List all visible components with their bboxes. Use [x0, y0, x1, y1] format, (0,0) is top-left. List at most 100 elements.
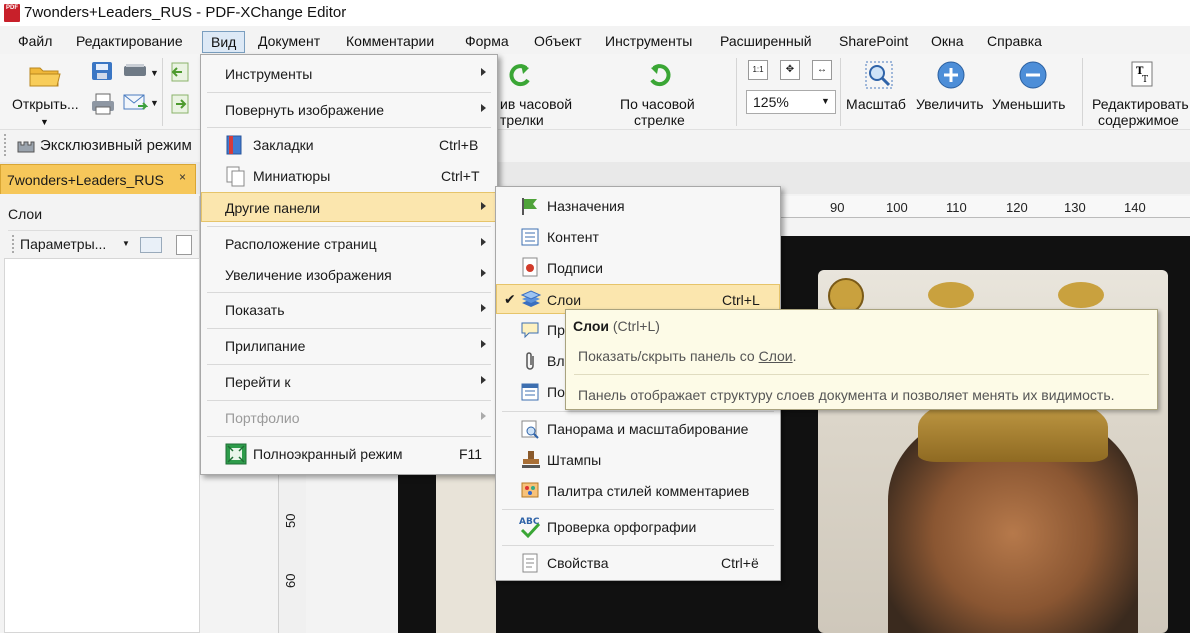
zoom-tool-button[interactable]: Масштаб: [844, 58, 912, 124]
menu-sharepoint[interactable]: SharePoint: [831, 31, 916, 53]
edit-content-button[interactable]: TT Редактировать содержимое: [1090, 58, 1190, 128]
document-tab-label: 7wonders+Leaders_RUS: [7, 172, 164, 188]
magnifier-icon: [865, 61, 893, 89]
zoom-out-button[interactable]: Уменьшить: [992, 58, 1078, 124]
stamp-icon: [522, 451, 540, 468]
horizontal-ruler: 90 100 110 120 130 140: [780, 196, 1190, 218]
panel-item-content[interactable]: Контент: [496, 222, 780, 252]
forward-arrow-icon[interactable]: [168, 92, 192, 116]
menu-item-goto[interactable]: Перейти к: [201, 367, 497, 397]
zoom-out-icon: [1019, 61, 1047, 89]
back-arrow-icon[interactable]: [168, 60, 192, 84]
flag-icon: [522, 198, 537, 215]
chevron-down-icon[interactable]: ▼: [122, 239, 130, 248]
menu-item-tools[interactable]: Инструменты: [201, 59, 497, 89]
menu-file[interactable]: Файл: [10, 31, 60, 53]
main-toolbar: Открыть... ▼ ▼ ▼ ив часовой трелки По ча…: [0, 54, 1190, 130]
grip-handle[interactable]: [4, 134, 14, 156]
menu-view[interactable]: Вид: [202, 31, 246, 53]
menu-item-bookmarks[interactable]: Закладки Ctrl+B: [201, 130, 497, 160]
scanner-icon[interactable]: [122, 62, 148, 80]
print-icon[interactable]: [90, 92, 116, 116]
rotate-cw-icon: [650, 64, 671, 87]
menu-item-page-layout[interactable]: Расположение страниц: [201, 229, 497, 259]
paperclip-icon: [526, 352, 534, 370]
chevron-down-icon[interactable]: ▼: [150, 98, 159, 108]
panel-item-signatures[interactable]: Подписи: [496, 253, 780, 283]
menu-form[interactable]: Форма: [457, 31, 517, 53]
menu-item-other-panels[interactable]: Другие панели: [201, 192, 497, 222]
menu-item-thumbnails[interactable]: Миниатюры Ctrl+T: [201, 161, 497, 191]
properties-icon: [522, 553, 538, 573]
chevron-right-icon: [481, 376, 486, 384]
spellcheck-icon: ABC: [519, 517, 541, 539]
menu-edit[interactable]: Редактирование: [68, 31, 191, 53]
panel-item-properties[interactable]: Свойства Ctrl+ё: [496, 548, 780, 578]
panel-item-destinations[interactable]: Назначения: [496, 191, 780, 221]
folder-icon: [29, 67, 61, 87]
chevron-right-icon: [481, 412, 486, 420]
fit-width-icon[interactable]: ↔: [812, 60, 832, 80]
svg-text:T: T: [1142, 75, 1148, 85]
menu-object[interactable]: Объект: [526, 31, 590, 53]
document-tab[interactable]: 7wonders+Leaders_RUS ×: [0, 164, 196, 194]
chevron-down-icon[interactable]: ▼: [150, 68, 159, 78]
panel-item-pan-zoom[interactable]: Панорама и масштабирование: [496, 414, 780, 444]
menu-windows[interactable]: Окна: [923, 31, 972, 53]
options-dropdown[interactable]: Параметры...: [20, 236, 106, 252]
menu-item-rotate[interactable]: Повернуть изображение: [201, 95, 497, 125]
fit-page-icon[interactable]: ✥: [780, 60, 800, 80]
menu-advanced[interactable]: Расширенный: [712, 31, 820, 53]
chevron-right-icon: [481, 202, 486, 210]
menu-item-portfolio: Портфолио: [201, 403, 497, 433]
chevron-right-icon: [481, 269, 486, 277]
tooltip-description: Показать/скрыть панель со Слои.: [578, 348, 797, 364]
window-title: 7wonders+Leaders_RUS - PDF-XChange Edito…: [24, 4, 347, 21]
actual-size-icon[interactable]: 1:1: [748, 60, 768, 80]
zoom-in-button[interactable]: Увеличить: [914, 58, 990, 124]
menu-tools[interactable]: Инструменты: [597, 31, 700, 53]
bookmark-icon: [226, 135, 242, 155]
chevron-right-icon: [481, 238, 486, 246]
menu-item-snap[interactable]: Прилипание: [201, 331, 497, 361]
exclusive-mode-button[interactable]: Эксклюзивный режим: [40, 137, 192, 154]
chevron-right-icon: [481, 104, 486, 112]
panel-item-comment-styles[interactable]: Палитра стилей комментариев: [496, 476, 780, 506]
comment-icon: [521, 322, 539, 339]
card-image-left: [436, 466, 496, 633]
chevron-down-icon: ▼: [40, 117, 49, 127]
thumbnails-icon: [226, 166, 245, 187]
layers-list[interactable]: [4, 258, 200, 633]
rotate-ccw-icon: [509, 64, 530, 87]
menu-item-show[interactable]: Показать: [201, 295, 497, 325]
tooltip-title: Слои: [573, 318, 609, 334]
list-panel-icon: [521, 383, 539, 401]
signature-icon: [522, 257, 538, 277]
open-button[interactable]: Открыть... ▼: [6, 58, 84, 127]
layer-props-icon[interactable]: [176, 235, 192, 255]
grip-handle[interactable]: [12, 235, 14, 253]
menu-item-fullscreen[interactable]: Полноэкранный режим F11: [201, 439, 497, 469]
rotate-ccw-button[interactable]: ив часовой трелки: [496, 58, 582, 128]
zoom-in-icon: [937, 61, 965, 89]
rotate-cw-button[interactable]: По часовой стрелке: [614, 58, 710, 128]
chevron-right-icon: [481, 340, 486, 348]
menu-document[interactable]: Документ: [250, 31, 328, 53]
menu-comments[interactable]: Комментарии: [338, 31, 442, 53]
coin-icon: [1058, 282, 1104, 308]
menu-help[interactable]: Справка: [979, 31, 1050, 53]
email-icon[interactable]: [122, 92, 148, 114]
chevron-down-icon: ▼: [821, 96, 830, 106]
menu-item-zoom[interactable]: Увеличение изображения: [201, 260, 497, 290]
content-icon: [521, 228, 539, 246]
layer-view-icon[interactable]: [140, 237, 162, 253]
layers-tooltip: Слои (Ctrl+L) Показать/скрыть панель со …: [565, 309, 1158, 410]
close-icon[interactable]: ×: [179, 170, 186, 184]
title-bar: PDF 7wonders+Leaders_RUS - PDF-XChange E…: [0, 0, 1190, 26]
layers-panel: Слои Параметры... ▼: [0, 196, 200, 633]
save-icon[interactable]: [90, 60, 114, 82]
zoom-select[interactable]: 125% ▼: [746, 90, 836, 114]
tooltip-details: Панель отображает структуру слоев докуме…: [578, 387, 1115, 403]
panel-item-spellcheck[interactable]: ABC Проверка орфографии: [496, 512, 780, 542]
panel-item-stamps[interactable]: Штампы: [496, 445, 780, 475]
